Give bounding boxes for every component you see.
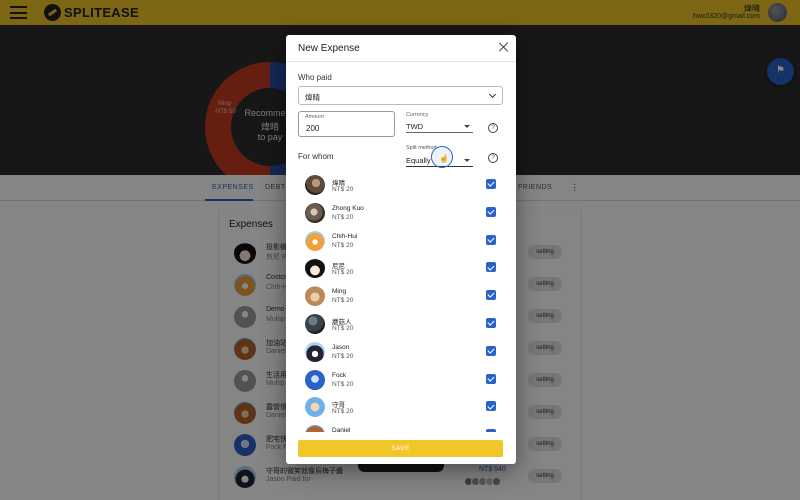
avatar	[305, 258, 325, 279]
dialog-title: New Expense	[298, 43, 360, 54]
avatar	[305, 314, 325, 334]
avatar	[305, 397, 325, 418]
member-row: 守哥 NT$ 20	[286, 394, 516, 422]
member-name: Ming	[332, 288, 347, 296]
member-row: Ming NT$ 20	[286, 283, 516, 311]
amount-label: Amount	[305, 114, 324, 120]
member-share: NT$ 20	[332, 325, 354, 332]
member-share: NT$ 20	[332, 186, 354, 193]
save-button[interactable]: SAVE	[298, 440, 503, 457]
avatar	[305, 369, 325, 390]
member-checkbox[interactable]	[486, 429, 496, 432]
member-row: 蘑菇人 NT$ 20	[286, 311, 516, 339]
caret-down-icon	[464, 125, 470, 128]
dialog-divider	[286, 61, 516, 62]
member-checkbox[interactable]	[486, 290, 496, 301]
member-share: NT$ 20	[332, 408, 354, 416]
chevron-down-icon	[488, 90, 497, 99]
member-row: Daniel	[286, 422, 516, 432]
avatar	[305, 175, 325, 195]
member-row: Chih-Hui NT$ 20	[286, 228, 516, 256]
who-paid-label: Who paid	[298, 73, 332, 82]
member-name: Jason	[332, 343, 350, 351]
amount-value: 200	[306, 124, 320, 133]
member-checkbox[interactable]	[486, 262, 496, 273]
member-checkbox[interactable]	[486, 206, 496, 217]
avatar	[305, 341, 325, 362]
avatar	[305, 286, 325, 307]
split-help-icon[interactable]: ?	[488, 153, 498, 163]
member-row: Jason NT$ 20	[286, 339, 516, 367]
who-paid-select[interactable]: 煒晴	[298, 86, 503, 105]
member-name: Fock	[332, 371, 347, 379]
member-checkbox[interactable]	[486, 373, 496, 384]
member-checkbox[interactable]	[486, 318, 496, 328]
split-method-value: Equally	[406, 156, 431, 165]
member-share: NT$ 20	[332, 269, 354, 277]
new-expense-dialog: New Expense Who paid 煒晴 Amount 200 Curre…	[286, 35, 516, 464]
member-share: NT$ 20	[332, 352, 354, 360]
amount-field[interactable]: Amount 200	[298, 111, 395, 137]
member-list: 煒晴 NT$ 20 Zhong Kuo NT$ 20 Chih-Hui NT$ 20 尼尼 N…	[286, 172, 516, 432]
member-checkbox[interactable]	[486, 345, 496, 356]
member-checkbox[interactable]	[486, 234, 496, 245]
hand-cursor-icon: ☝	[439, 154, 449, 163]
member-name: Zhong Kuo	[332, 204, 364, 212]
member-checkbox[interactable]	[486, 179, 496, 189]
member-row: 煒晴 NT$ 20	[286, 172, 516, 200]
avatar	[305, 230, 325, 251]
caret-down-icon	[464, 159, 470, 162]
member-row: Zhong Kuo NT$ 20	[286, 200, 516, 228]
close-icon[interactable]	[498, 41, 510, 53]
member-share: NT$ 20	[332, 380, 354, 388]
member-share: NT$ 20	[332, 241, 354, 249]
avatar	[305, 202, 325, 223]
member-row: 尼尼 NT$ 20	[286, 255, 516, 283]
currency-help-icon[interactable]: ?	[488, 123, 498, 133]
member-share: NT$ 20	[332, 297, 354, 305]
member-name: Daniel	[332, 427, 351, 432]
who-paid-value: 煒晴	[305, 93, 320, 102]
currency-value: TWD	[406, 122, 424, 131]
member-row: Fock NT$ 20	[286, 367, 516, 395]
currency-select[interactable]: Currency TWD	[406, 111, 473, 133]
for-whom-label: For whom	[298, 152, 334, 161]
currency-label: Currency	[406, 112, 429, 118]
avatar	[305, 425, 325, 432]
member-checkbox[interactable]	[486, 401, 496, 412]
member-share: NT$ 20	[332, 213, 354, 221]
member-name: Chih-Hui	[332, 232, 358, 240]
